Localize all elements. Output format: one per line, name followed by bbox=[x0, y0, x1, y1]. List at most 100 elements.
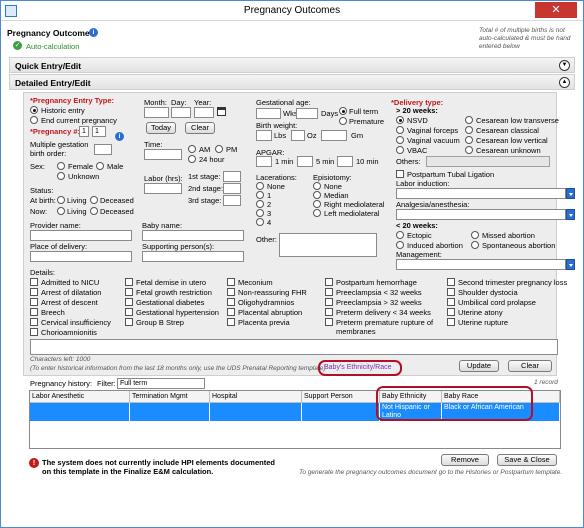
delivery-radio[interactable] bbox=[396, 146, 404, 154]
comments-textarea[interactable] bbox=[30, 339, 558, 355]
details-checkbox[interactable] bbox=[30, 308, 38, 316]
lbs-input[interactable] bbox=[256, 130, 272, 141]
time-input[interactable] bbox=[144, 149, 182, 160]
delivery-radio[interactable] bbox=[396, 116, 404, 124]
column-header[interactable]: Support Person bbox=[302, 391, 380, 403]
weeks-input[interactable] bbox=[256, 108, 281, 119]
details-checkbox[interactable] bbox=[30, 288, 38, 296]
chevron-down-icon[interactable] bbox=[566, 259, 575, 270]
laceration-radio[interactable] bbox=[256, 218, 264, 226]
month-input[interactable] bbox=[144, 107, 169, 118]
details-checkbox[interactable] bbox=[325, 308, 333, 316]
stage2-input[interactable] bbox=[223, 183, 241, 194]
filter-input[interactable]: Full term bbox=[117, 378, 205, 389]
info-icon[interactable]: i bbox=[89, 28, 98, 37]
laceration-radio[interactable] bbox=[256, 191, 264, 199]
pm-radio[interactable] bbox=[215, 145, 223, 153]
details-checkbox[interactable] bbox=[30, 328, 38, 336]
details-checkbox[interactable] bbox=[30, 278, 38, 286]
update-button[interactable]: Update bbox=[459, 360, 499, 372]
at-birth-living-radio[interactable] bbox=[57, 196, 65, 204]
female-radio[interactable] bbox=[57, 162, 65, 170]
info-icon[interactable]: i bbox=[115, 132, 124, 141]
stage1-input[interactable] bbox=[223, 171, 241, 182]
am-radio[interactable] bbox=[188, 145, 196, 153]
at-birth-deceased-radio[interactable] bbox=[90, 196, 98, 204]
pregnancy-number-input[interactable]: 1 bbox=[79, 126, 89, 137]
delivery-radio[interactable] bbox=[465, 146, 473, 154]
expand-icon[interactable]: ▼ bbox=[559, 60, 570, 71]
details-checkbox[interactable] bbox=[447, 278, 455, 286]
year-input[interactable] bbox=[194, 107, 214, 118]
details-checkbox[interactable] bbox=[447, 308, 455, 316]
episiotomy-radio[interactable] bbox=[313, 200, 321, 208]
ethnicity-race-link[interactable]: Baby's Ethnicity/Race bbox=[324, 364, 391, 371]
analgesia-select[interactable] bbox=[396, 209, 566, 220]
details-checkbox[interactable] bbox=[325, 278, 333, 286]
historic-entry-radio[interactable] bbox=[30, 106, 38, 114]
laceration-radio[interactable] bbox=[256, 209, 264, 217]
details-checkbox[interactable] bbox=[227, 288, 235, 296]
laceration-radio[interactable] bbox=[256, 200, 264, 208]
apgar-10min-input[interactable] bbox=[337, 156, 353, 167]
details-checkbox[interactable] bbox=[125, 278, 133, 286]
now-deceased-radio[interactable] bbox=[90, 207, 98, 215]
today-button[interactable]: Today bbox=[146, 122, 176, 134]
management-select[interactable] bbox=[396, 259, 566, 270]
details-checkbox[interactable] bbox=[227, 298, 235, 306]
episiotomy-radio[interactable] bbox=[313, 209, 321, 217]
stage3-input[interactable] bbox=[223, 195, 241, 206]
save-close-button[interactable]: Save & Close bbox=[497, 454, 557, 466]
24-hour-radio[interactable] bbox=[188, 155, 196, 163]
close-button[interactable]: ✕ bbox=[535, 2, 577, 18]
lt20-radio[interactable] bbox=[471, 231, 479, 239]
delivery-radio[interactable] bbox=[465, 126, 473, 134]
apgar-1min-input[interactable] bbox=[256, 156, 272, 167]
details-checkbox[interactable] bbox=[125, 308, 133, 316]
details-checkbox[interactable] bbox=[30, 318, 38, 326]
premature-radio[interactable] bbox=[339, 117, 347, 125]
clear-date-button[interactable]: Clear bbox=[185, 122, 215, 134]
full-term-radio[interactable] bbox=[339, 107, 347, 115]
baby-name-input[interactable] bbox=[142, 230, 244, 241]
labor-induction-select[interactable] bbox=[396, 188, 566, 199]
place-of-delivery-input[interactable] bbox=[30, 251, 132, 262]
lt20-radio[interactable] bbox=[396, 231, 404, 239]
details-checkbox[interactable] bbox=[30, 298, 38, 306]
details-checkbox[interactable] bbox=[125, 288, 133, 296]
details-checkbox[interactable] bbox=[227, 318, 235, 326]
details-checkbox[interactable] bbox=[325, 298, 333, 306]
clear-button[interactable]: Clear bbox=[508, 360, 552, 372]
pregnancy-total-input[interactable]: 1 bbox=[92, 126, 106, 137]
column-header[interactable]: Termination Mgmt bbox=[130, 391, 210, 403]
calendar-icon[interactable] bbox=[217, 107, 226, 116]
end-current-radio[interactable] bbox=[30, 116, 38, 124]
birth-order-input[interactable] bbox=[94, 144, 112, 155]
now-living-radio[interactable] bbox=[57, 207, 65, 215]
provider-name-input[interactable] bbox=[30, 230, 132, 241]
delivery-radio[interactable] bbox=[465, 136, 473, 144]
unknown-radio[interactable] bbox=[57, 172, 65, 180]
details-checkbox[interactable] bbox=[125, 318, 133, 326]
collapse-icon[interactable]: ▲ bbox=[559, 77, 570, 88]
chevron-down-icon[interactable] bbox=[566, 188, 575, 199]
details-checkbox[interactable] bbox=[447, 298, 455, 306]
tubal-ligation-checkbox[interactable] bbox=[396, 170, 404, 178]
supporting-persons-input[interactable] bbox=[142, 251, 244, 262]
apgar-5min-input[interactable] bbox=[297, 156, 313, 167]
others-input[interactable] bbox=[426, 156, 550, 167]
labor-hrs-input[interactable] bbox=[144, 183, 182, 194]
laceration-radio[interactable] bbox=[256, 182, 264, 190]
details-checkbox[interactable] bbox=[227, 278, 235, 286]
column-header[interactable]: Labor Anesthetic bbox=[30, 391, 130, 403]
delivery-radio[interactable] bbox=[465, 116, 473, 124]
details-checkbox[interactable] bbox=[125, 298, 133, 306]
details-checkbox[interactable] bbox=[447, 318, 455, 326]
remove-button[interactable]: Remove bbox=[441, 454, 489, 466]
details-checkbox[interactable] bbox=[325, 318, 333, 326]
delivery-radio[interactable] bbox=[396, 136, 404, 144]
lt20-radio[interactable] bbox=[396, 241, 404, 249]
days-input[interactable] bbox=[296, 108, 318, 119]
day-input[interactable] bbox=[171, 107, 191, 118]
episiotomy-radio[interactable] bbox=[313, 182, 321, 190]
